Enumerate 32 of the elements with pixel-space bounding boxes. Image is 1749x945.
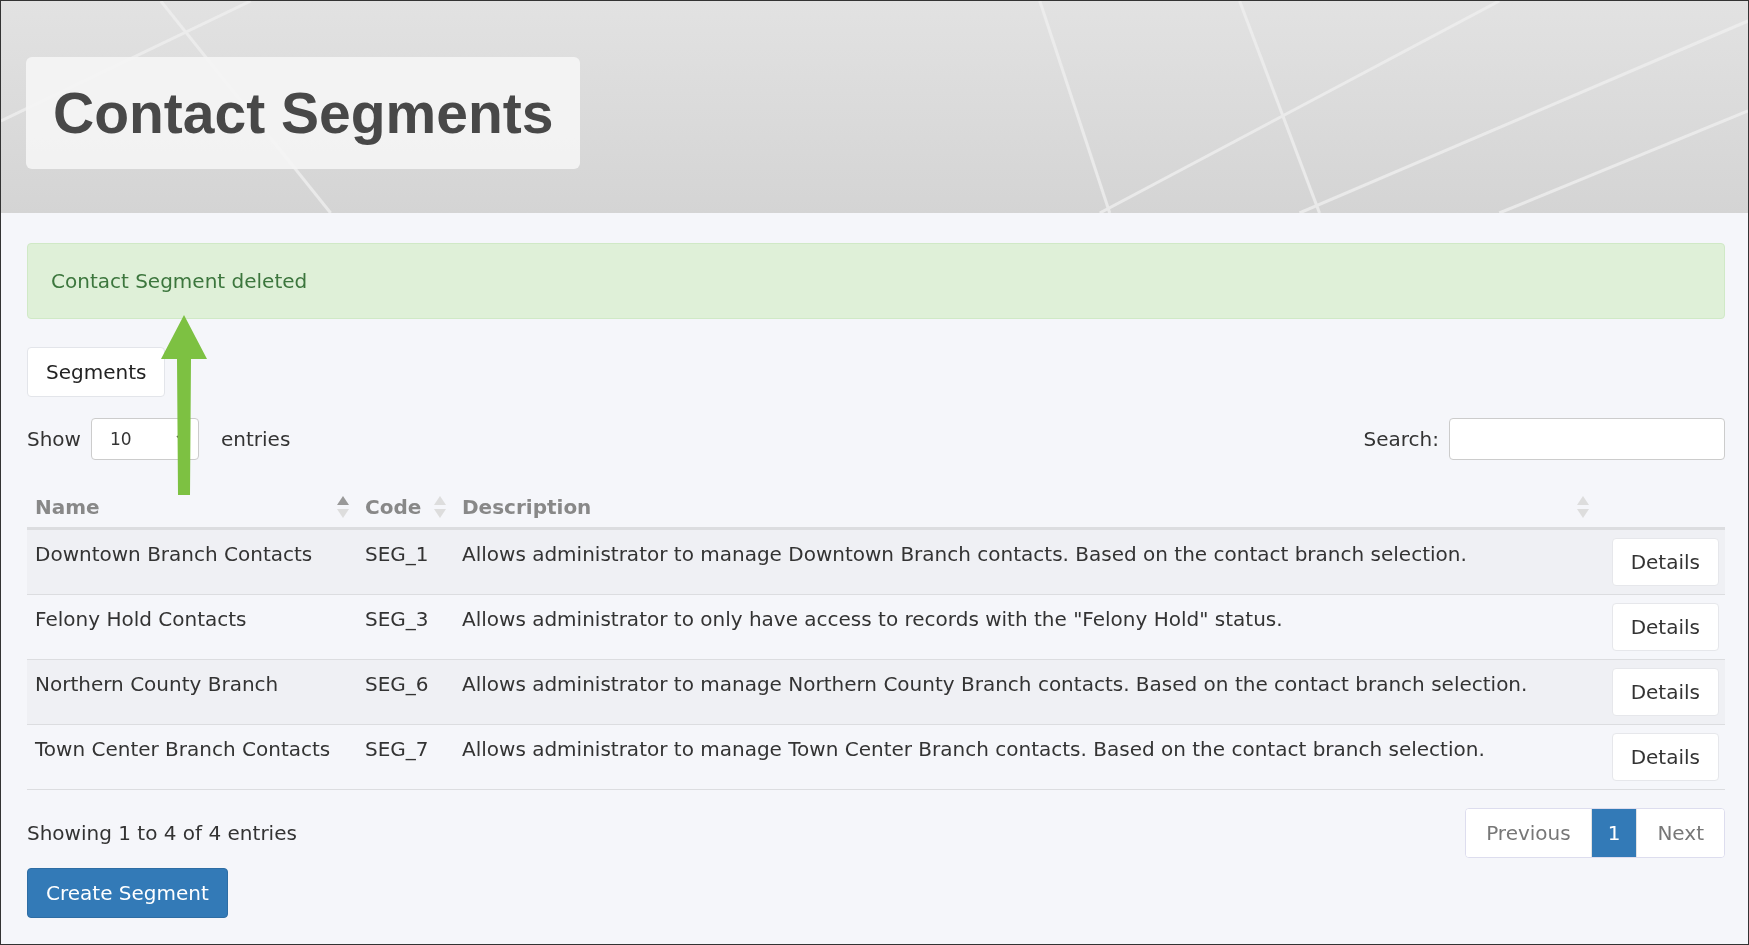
column-header[interactable]: Name [35,495,100,519]
table-cell-text: SEG_3 [364,606,430,633]
table-info: Showing 1 to 4 of 4 entries [27,821,297,845]
column-header[interactable]: Description [462,495,592,519]
details-button[interactable]: Details [1611,603,1719,651]
sort-icon[interactable] [434,496,446,518]
table-cell-text: Allows administrator to only have access to records with the "Felony Hold" status. [461,606,1284,633]
page-button[interactable]: 1 [1590,809,1637,857]
column-header[interactable]: Code [365,495,422,519]
entries-label: entries [220,427,291,451]
show-label: Show [27,427,81,451]
create-button[interactable]: Create Segment [27,868,228,918]
sort-icon[interactable] [337,496,349,518]
table-cell-text: Northern County Branch [34,671,280,698]
tab[interactable]: Segments [27,347,166,397]
alert-message: Contact Segment deleted [51,269,308,293]
sort-icon[interactable] [1577,496,1589,518]
search-field[interactable] [1449,418,1725,460]
page-title: Contact Segments [53,80,554,147]
table-cell-text: SEG_7 [364,736,430,763]
details-button[interactable]: Details [1611,668,1719,716]
table-cell-text: Downtown Branch Contacts [34,541,314,568]
table-cell-text: Felony Hold Contacts [34,606,248,633]
search-label: Search: [1363,427,1439,451]
table-cell-text: SEG_1 [364,541,430,568]
table-cell-text: Allows administrator to manage Town Center Branch contacts. Based on the contact branch selection. [461,736,1486,763]
table-cell-text: Allows administrator to manage Downtown Branch contacts. Based on the contact branch selection. [461,541,1468,568]
table-cell-text: Town Center Branch Contacts [34,736,332,763]
table-cell-text: SEG_6 [364,671,430,698]
table-cell-text: Allows administrator to manage Northern County Branch contacts. Based on the contact branch selection. [461,671,1529,698]
details-button[interactable]: Details [1611,538,1719,586]
details-button[interactable]: Details [1611,733,1719,781]
